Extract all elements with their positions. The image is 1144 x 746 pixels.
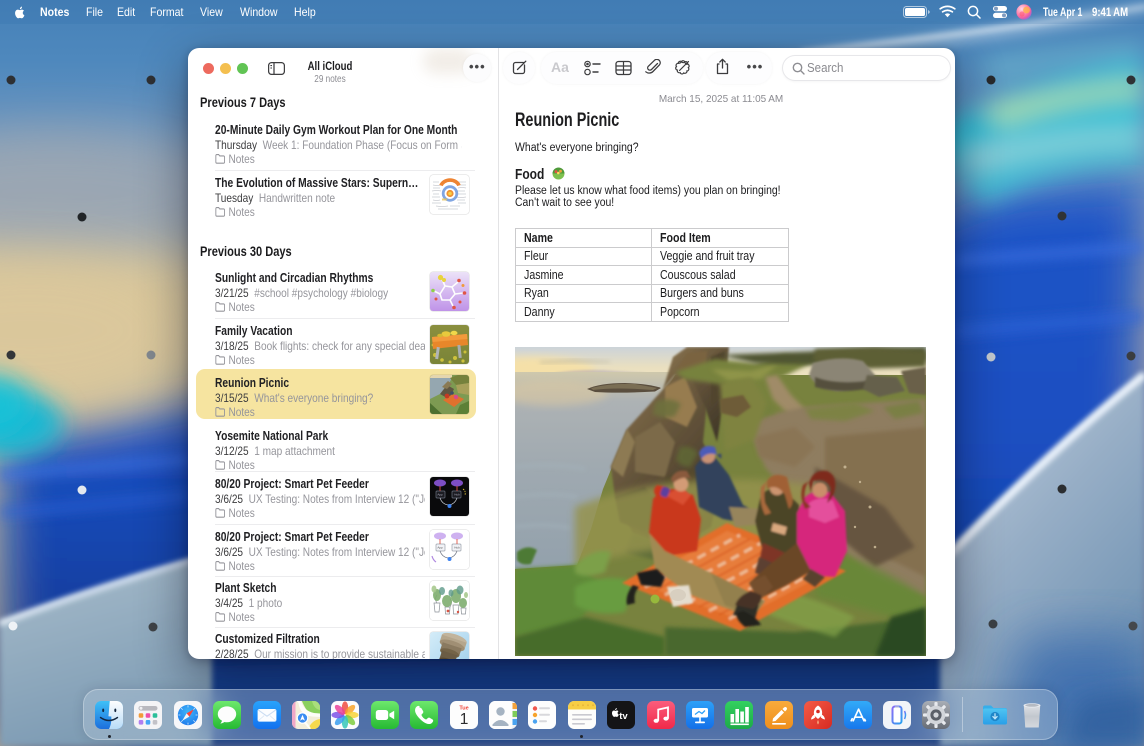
svg-text:Hub: Hub <box>454 545 460 549</box>
svg-text:App: App <box>437 545 443 549</box>
svg-text:Hub: Hub <box>454 493 460 497</box>
svg-text:App: App <box>437 493 443 497</box>
svg-text:1: 1 <box>459 711 468 728</box>
svg-text:tv: tv <box>619 711 628 722</box>
